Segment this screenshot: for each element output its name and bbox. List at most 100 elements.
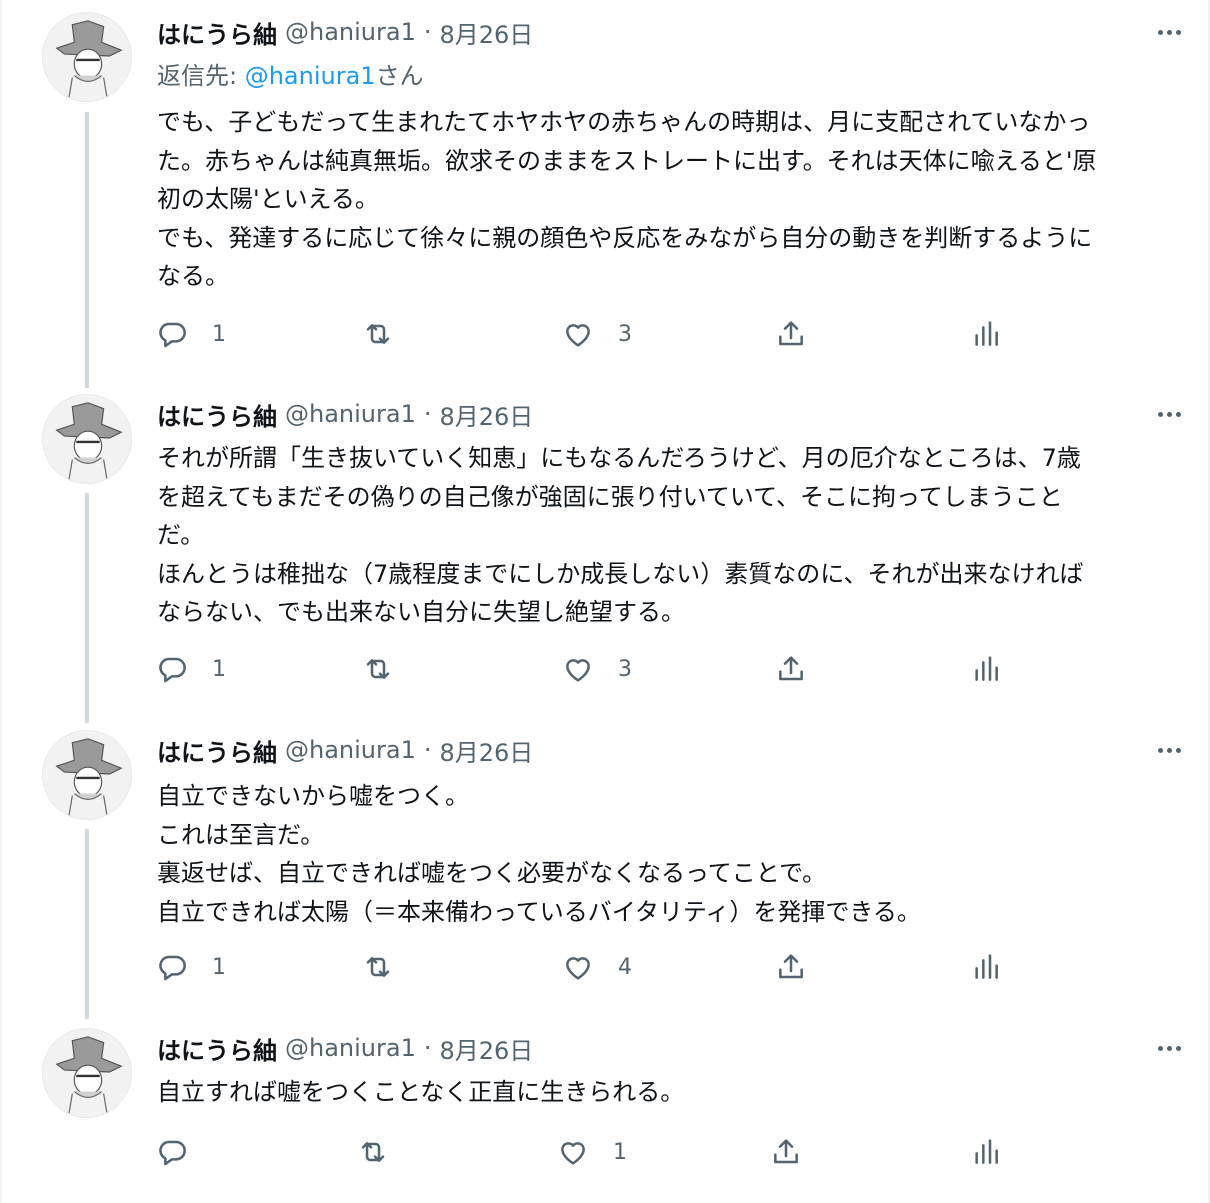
reply-count: 1 xyxy=(212,954,226,980)
retweet-button[interactable] xyxy=(357,1132,413,1172)
tweet-date[interactable]: 8月26日 xyxy=(440,733,534,768)
avatar[interactable] xyxy=(42,12,132,102)
share-button[interactable] xyxy=(775,314,807,354)
analytics-button[interactable] xyxy=(970,1132,1002,1172)
reply-button[interactable]: 1 xyxy=(156,947,226,987)
separator-dot: · xyxy=(423,1034,432,1062)
retweet-icon xyxy=(366,324,390,344)
tweet-text: 自立できないから嘘をつく。 これは至言だ。 裏返せば、自立できれば嘘をつく必要が… xyxy=(157,777,1177,931)
separator-dot: · xyxy=(423,400,432,428)
tweet-text-line: でも、子どもだって生まれたてホヤホヤの赤ちゃんの時期は、月に支配されていなかっ xyxy=(157,108,1091,136)
action-bar: 1 3 xyxy=(2,649,1208,689)
analytics-icon xyxy=(975,1139,998,1164)
tweet-text-line: ならない、でも出来ない自分に失望し絶望する。 xyxy=(157,598,685,626)
thread-timeline: はにうら紬 @haniura1 · 8月26日 返信先: @haniura1さん… xyxy=(0,0,1210,1203)
reply-icon xyxy=(159,322,186,348)
reply-icon xyxy=(159,1140,186,1166)
tweet-text-line: 自立すれば嘘をつくことなく正直に生きられる。 xyxy=(157,1078,685,1106)
action-bar: 1 3 xyxy=(2,314,1208,354)
avatar[interactable] xyxy=(42,1028,132,1118)
tweet-text-line: を超えてもまだその偽りの自己像が強固に張り付いていて、そこに拘ってしまうこと xyxy=(157,482,1063,511)
tweet-text-line: 初の太陽'といえる。 xyxy=(157,185,379,213)
reply-to-suffix: さん xyxy=(375,62,424,90)
share-button[interactable] xyxy=(770,1132,802,1172)
action-bar: 1 xyxy=(2,1132,1208,1172)
author-handle[interactable]: @haniura1 xyxy=(285,1034,416,1062)
reply-button[interactable] xyxy=(156,1132,212,1172)
author-name[interactable]: はにうら紬 xyxy=(157,1031,277,1066)
heart-icon xyxy=(566,957,590,980)
heart-icon xyxy=(561,1142,585,1165)
reply-icon xyxy=(159,657,186,683)
more-icon[interactable] xyxy=(1152,18,1186,46)
tweet-text: 自立すれば嘘をつくことなく正直に生きられる。 xyxy=(157,1073,1177,1112)
tweet-text-line: でも、発達するに応じて徐々に親の顔色や反応をみながら自分の動きを判断するように xyxy=(157,223,1093,252)
like-button[interactable]: 3 xyxy=(562,649,632,689)
author-handle[interactable]: @haniura1 xyxy=(285,400,416,428)
analytics-button[interactable] xyxy=(970,314,1002,354)
tweet-date[interactable]: 8月26日 xyxy=(440,15,534,50)
tweet-text-line: 裏返せば、自立できれば嘘をつく必要がなくなるってことで。 xyxy=(157,859,827,887)
like-count: 4 xyxy=(618,954,632,980)
share-icon xyxy=(774,1139,798,1164)
tweet-text-line: た。赤ちゃんは純真無垢。欲求そのままをストレートに出す。それは天体に喩えると'原 xyxy=(157,146,1097,175)
more-icon[interactable] xyxy=(1152,400,1186,428)
tweet-text: でも、子どもだって生まれたてホヤホヤの赤ちゃんの時期は、月に支配されていなかっ … xyxy=(157,103,1177,296)
reply-button[interactable]: 1 xyxy=(156,649,226,689)
author-name[interactable]: はにうら紬 xyxy=(157,733,277,768)
analytics-button[interactable] xyxy=(970,947,1002,987)
reply-to-prefix: 返信先: xyxy=(157,62,245,90)
tweet-text-line: なる。 xyxy=(157,262,229,290)
more-icon[interactable] xyxy=(1152,736,1186,764)
tweet-header: はにうら紬 @haniura1 · 8月26日 xyxy=(157,730,533,770)
tweet-text-line: これは至言だ。 xyxy=(157,820,325,849)
reply-button[interactable]: 1 xyxy=(156,314,226,354)
analytics-icon xyxy=(975,954,998,979)
retweet-button[interactable] xyxy=(362,947,418,987)
share-button[interactable] xyxy=(775,947,807,987)
separator-dot: · xyxy=(423,736,432,764)
retweet-icon xyxy=(366,957,390,977)
share-icon xyxy=(779,321,803,346)
avatar[interactable] xyxy=(42,730,132,820)
tweet-header: はにうら紬 @haniura1 · 8月26日 xyxy=(157,394,533,434)
author-name[interactable]: はにうら紬 xyxy=(157,15,277,50)
reply-count: 1 xyxy=(212,321,226,347)
like-button[interactable]: 4 xyxy=(562,947,632,987)
separator-dot: · xyxy=(423,18,432,46)
like-button[interactable]: 1 xyxy=(557,1132,627,1172)
avatar[interactable] xyxy=(42,394,132,484)
tweet-header: はにうら紬 @haniura1 · 8月26日 xyxy=(157,12,533,52)
analytics-button[interactable] xyxy=(970,649,1002,689)
action-bar: 1 4 xyxy=(2,947,1208,987)
analytics-icon xyxy=(975,656,998,681)
reply-icon xyxy=(159,955,186,981)
tweet-date[interactable]: 8月26日 xyxy=(440,1031,534,1066)
retweet-button[interactable] xyxy=(362,314,418,354)
tweet-text-line: 自立できれば太陽（＝本来備わっているバイタリティ）を発揮できる。 xyxy=(157,897,921,926)
author-handle[interactable]: @haniura1 xyxy=(285,18,416,46)
like-count: 3 xyxy=(618,321,632,347)
author-name[interactable]: はにうら紬 xyxy=(157,397,277,432)
tweet-text-line: ほんとうは稚拙な（7歳程度までにしか成長しない）素質なのに、それが出来なければ xyxy=(157,559,1084,588)
retweet-button[interactable] xyxy=(362,649,418,689)
retweet-icon xyxy=(361,1142,385,1162)
like-count: 3 xyxy=(618,656,632,682)
tweet-text: それが所謂「生き抜いていく知恵」にもなるんだろうけど、月の厄介なところは、7歳 … xyxy=(157,439,1177,632)
tweet-date[interactable]: 8月26日 xyxy=(440,397,534,432)
reply-to-handle-link[interactable]: @haniura1 xyxy=(245,62,376,90)
share-icon xyxy=(779,656,803,681)
tweet-text-line: 自立できないから嘘をつく。 xyxy=(157,782,469,810)
analytics-icon xyxy=(975,321,998,346)
more-icon[interactable] xyxy=(1152,1034,1186,1062)
reply-count: 1 xyxy=(212,656,226,682)
tweet-text-line: それが所謂「生き抜いていく知恵」にもなるんだろうけど、月の厄介なところは、7歳 xyxy=(157,444,1081,472)
heart-icon xyxy=(566,659,590,682)
thread-connector xyxy=(85,829,89,1019)
share-button[interactable] xyxy=(775,649,807,689)
retweet-icon xyxy=(366,659,390,679)
tweet-header: はにうら紬 @haniura1 · 8月26日 xyxy=(157,1028,533,1068)
author-handle[interactable]: @haniura1 xyxy=(285,736,416,764)
share-icon xyxy=(779,954,803,979)
like-button[interactable]: 3 xyxy=(562,314,632,354)
